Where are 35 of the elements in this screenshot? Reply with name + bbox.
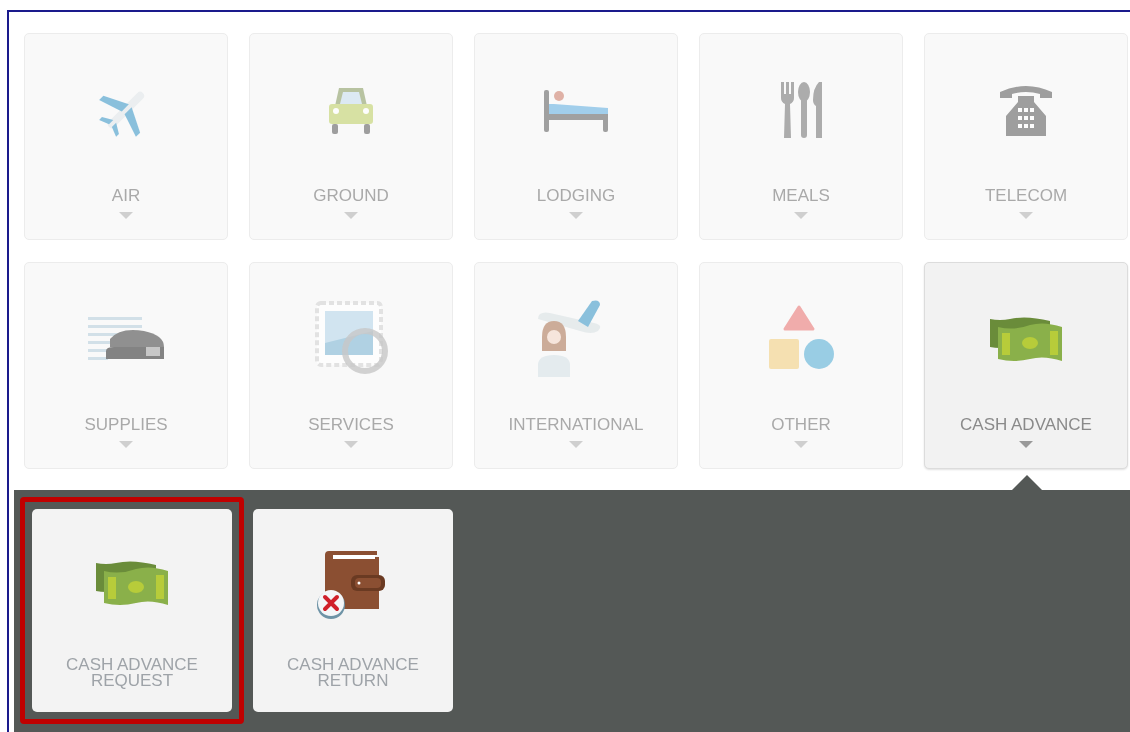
option-label: CASH ADVANCE RETURN xyxy=(286,657,420,689)
caret-icon xyxy=(794,212,808,219)
category-tile[interactable]: OTHER xyxy=(699,262,903,469)
category-tile[interactable]: SERVICES xyxy=(249,262,453,469)
option-tile[interactable]: CASH ADVANCE RETURN xyxy=(253,509,453,712)
category-label: TELECOM xyxy=(984,186,1068,206)
category-label: SERVICES xyxy=(308,415,394,435)
option-label: CASH ADVANCE REQUEST xyxy=(65,657,199,689)
category-label: AIR xyxy=(111,186,141,206)
category-tile[interactable]: GROUND xyxy=(249,33,453,240)
category-tile[interactable]: MEALS xyxy=(699,33,903,240)
category-tile[interactable]: SUPPLIES xyxy=(24,262,228,469)
category-label: INTERNATIONAL xyxy=(508,415,644,435)
caret-icon xyxy=(569,212,583,219)
category-label: CASH ADVANCE xyxy=(960,415,1092,435)
category-tile[interactable]: TELECOM xyxy=(924,33,1128,240)
category-label: SUPPLIES xyxy=(84,415,168,435)
category-tile[interactable]: LODGING xyxy=(474,33,678,240)
banknote-icon xyxy=(94,559,170,607)
caret-icon xyxy=(569,441,583,448)
category-tile[interactable]: INTERNATIONAL xyxy=(474,262,678,469)
caret-icon xyxy=(344,441,358,448)
caret-icon xyxy=(119,212,133,219)
category-label: LODGING xyxy=(536,186,616,206)
caret-icon xyxy=(794,441,808,448)
category-label: GROUND xyxy=(313,186,389,206)
category-label: MEALS xyxy=(772,186,830,206)
caret-icon xyxy=(1019,441,1033,448)
caret-icon xyxy=(1019,212,1033,219)
banknote-icon xyxy=(988,315,1064,363)
caret-icon xyxy=(344,212,358,219)
option-tile[interactable]: CASH ADVANCE REQUEST xyxy=(32,509,232,712)
category-tile[interactable]: AIR xyxy=(24,33,228,240)
caret-icon xyxy=(119,441,133,448)
category-label: OTHER xyxy=(771,415,831,435)
